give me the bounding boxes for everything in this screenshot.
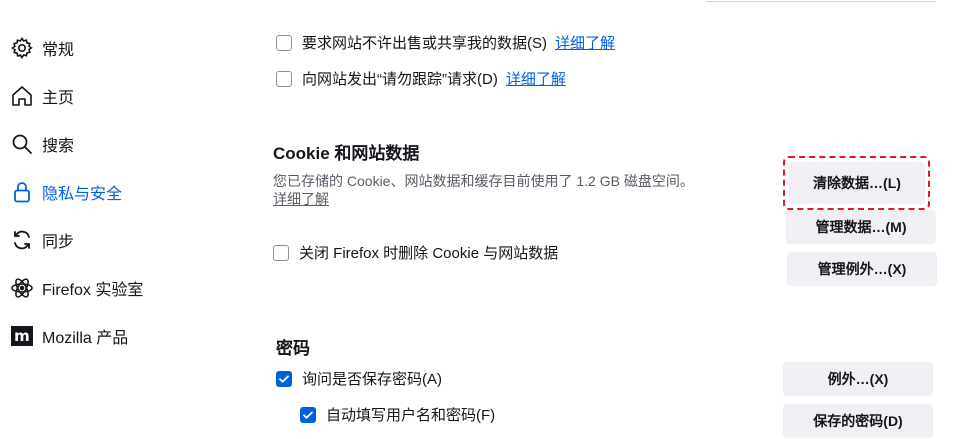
cookies-usage-description: 您已存储的 Cookie、网站数据和缓存目前使用了 1.2 GB 磁盘空间。 [273, 173, 694, 189]
delete-on-close-label: 关闭 Firefox 时删除 Cookie 与网站数据 [299, 245, 559, 262]
gpc-setting-row: 要求网站不许出售或共享我的数据(S) 详细了解 [276, 32, 615, 53]
lock-icon [8, 178, 36, 206]
gear-icon [8, 34, 36, 62]
sidebar-item-label: 主页 [42, 90, 75, 107]
checkmark-icon [279, 375, 289, 383]
delete-on-close-checkbox[interactable] [273, 244, 289, 261]
password-exceptions-button[interactable]: 例外…(X) [783, 362, 933, 396]
sidebar-item-home[interactable]: 主页 [8, 76, 228, 116]
dnt-label: 向网站发出“请勿跟踪”请求(D) [302, 71, 498, 88]
manage-data-button[interactable]: 管理数据…(M) [786, 210, 936, 244]
autofill-checkbox[interactable] [300, 406, 316, 423]
partial-button-edge [706, 0, 936, 2]
sidebar-item-labs[interactable]: Firefox 实验室 [8, 268, 228, 308]
manage-exceptions-button[interactable]: 管理例外…(X) [787, 252, 937, 286]
gpc-label: 要求网站不许出售或共享我的数据(S) [302, 35, 547, 52]
sidebar-item-privacy[interactable]: 隐私与安全 [8, 172, 228, 212]
sync-icon [8, 226, 36, 254]
gpc-learn-more-link[interactable]: 详细了解 [555, 32, 615, 53]
clear-data-button[interactable]: 清除数据…(L) [789, 162, 925, 204]
dnt-setting-row: 向网站发出“请勿跟踪”请求(D) 详细了解 [276, 68, 566, 89]
svg-text:m: m [14, 327, 30, 345]
sidebar-item-label: 搜索 [42, 138, 75, 155]
sidebar-item-mozilla-products[interactable]: m Mozilla 产品 [8, 316, 228, 356]
sidebar-item-search[interactable]: 搜索 [8, 124, 228, 164]
sidebar-item-label: Firefox 实验室 [42, 282, 144, 299]
sidebar-item-general[interactable]: 常规 [8, 28, 228, 68]
sidebar-item-sync[interactable]: 同步 [8, 220, 228, 260]
cookies-section-title: Cookie 和网站数据 [273, 144, 420, 163]
gpc-checkbox[interactable] [276, 34, 292, 51]
checkmark-icon [303, 411, 313, 419]
sidebar-item-label: 同步 [42, 234, 75, 251]
home-icon [8, 82, 36, 110]
labs-atom-icon [8, 274, 36, 302]
ask-to-save-row: 询问是否保存密码(A) [276, 368, 442, 389]
autofill-label: 自动填写用户名和密码(F) [326, 407, 496, 424]
delete-on-close-row: 关闭 Firefox 时删除 Cookie 与网站数据 [273, 242, 558, 263]
passwords-section-title: 密码 [276, 339, 310, 358]
search-icon [8, 130, 36, 158]
dnt-learn-more-link[interactable]: 详细了解 [506, 68, 566, 89]
mozilla-logo-icon: m [8, 322, 36, 350]
sidebar-item-label: 常规 [42, 42, 75, 59]
dnt-checkbox[interactable] [276, 70, 292, 87]
cookies-learn-more-link[interactable]: 详细了解 [273, 189, 329, 209]
autofill-row: 自动填写用户名和密码(F) [300, 404, 495, 425]
ask-to-save-label: 询问是否保存密码(A) [302, 371, 442, 388]
ask-to-save-checkbox[interactable] [276, 370, 292, 387]
sidebar-item-label: 隐私与安全 [42, 186, 123, 203]
saved-passwords-button[interactable]: 保存的密码(D) [783, 404, 933, 438]
sidebar-item-label: Mozilla 产品 [42, 330, 129, 347]
